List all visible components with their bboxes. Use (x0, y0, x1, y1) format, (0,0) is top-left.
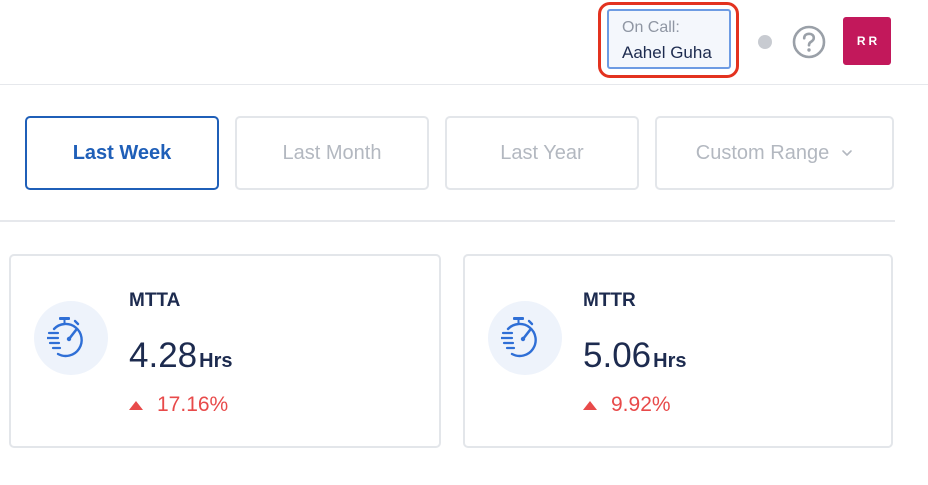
metric-change-value: 17.16% (157, 393, 229, 416)
range-last-month-button[interactable]: Last Month (235, 116, 429, 190)
metric-number: 4.28 (129, 336, 198, 375)
metric-change: 9.92% (583, 393, 671, 417)
incident-metrics-page: On Call: Aahel Guha RR Last Week Last Mo… (0, 0, 928, 485)
metric-number: 5.06 (583, 336, 652, 375)
metric-value: 5.06 Hrs (583, 336, 686, 376)
range-last-week-button[interactable]: Last Week (25, 116, 219, 190)
stopwatch-icon (488, 301, 562, 375)
stopwatch-icon (34, 301, 108, 375)
question-circle-icon[interactable] (792, 25, 826, 59)
section-divider (0, 220, 895, 222)
metric-value: 4.28 Hrs (129, 336, 232, 376)
range-last-year-button[interactable]: Last Year (445, 116, 639, 190)
on-call-widget[interactable]: On Call: Aahel Guha (607, 9, 731, 69)
metric-unit: Hrs (199, 350, 233, 372)
metric-change-value: 9.92% (611, 393, 671, 416)
on-call-label: On Call: (622, 19, 680, 36)
triangle-up-icon (129, 400, 143, 410)
metric-title: MTTR (583, 290, 636, 311)
custom-range-label: Custom Range (695, 141, 830, 164)
range-custom-dropdown[interactable]: Custom Range (655, 116, 894, 190)
metric-card-mtta: MTTA 4.28 Hrs 17.16% (9, 254, 441, 448)
metric-change: 17.16% (129, 393, 228, 417)
avatar[interactable]: RR (843, 17, 891, 65)
metric-unit: Hrs (653, 350, 687, 372)
chevron-down-icon (842, 150, 853, 156)
on-call-name: Aahel Guha (622, 43, 712, 62)
triangle-up-icon (583, 400, 597, 410)
metric-card-mttr: MTTR 5.06 Hrs 9.92% (463, 254, 893, 448)
top-bar: On Call: Aahel Guha RR (0, 0, 928, 85)
status-dot (758, 35, 772, 49)
metric-title: MTTA (129, 290, 181, 311)
